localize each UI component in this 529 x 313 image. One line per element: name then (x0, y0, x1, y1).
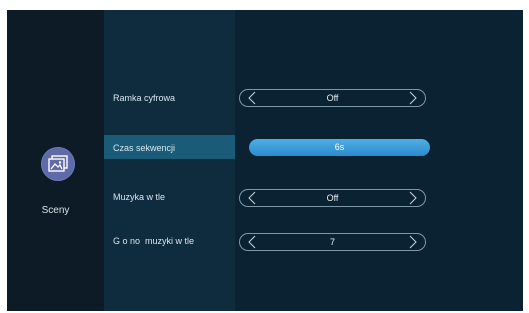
music-volume-selector[interactable]: 7 (239, 233, 426, 251)
picture-frame-icon[interactable] (41, 147, 75, 181)
setting-label-background-music: Muzyka w tle (113, 192, 166, 202)
digital-frame-selector[interactable]: Off (239, 89, 426, 107)
background-music-value: Off (326, 193, 339, 203)
sequence-time-value: 6s (334, 142, 345, 152)
chevron-right-icon[interactable] (406, 191, 420, 205)
setting-label-digital-frame: Ramka cyfrowa (113, 93, 176, 103)
chevron-right-icon[interactable] (406, 235, 420, 249)
background-music-selector[interactable]: Off (239, 189, 426, 207)
device-screen (7, 10, 523, 311)
setting-label-music-volume: G o no muzyki w tle (113, 236, 195, 246)
setting-label-sequence-time: Czas sekwencji (113, 143, 176, 153)
settings-label-column (104, 10, 235, 311)
chevron-right-icon[interactable] (406, 91, 420, 105)
settings-value-column (235, 10, 523, 311)
digital-frame-value: Off (326, 93, 339, 103)
music-volume-value: 7 (329, 237, 335, 247)
app-label-sceny: Sceny (41, 205, 70, 216)
sequence-time-selector[interactable]: 6s (249, 139, 430, 156)
